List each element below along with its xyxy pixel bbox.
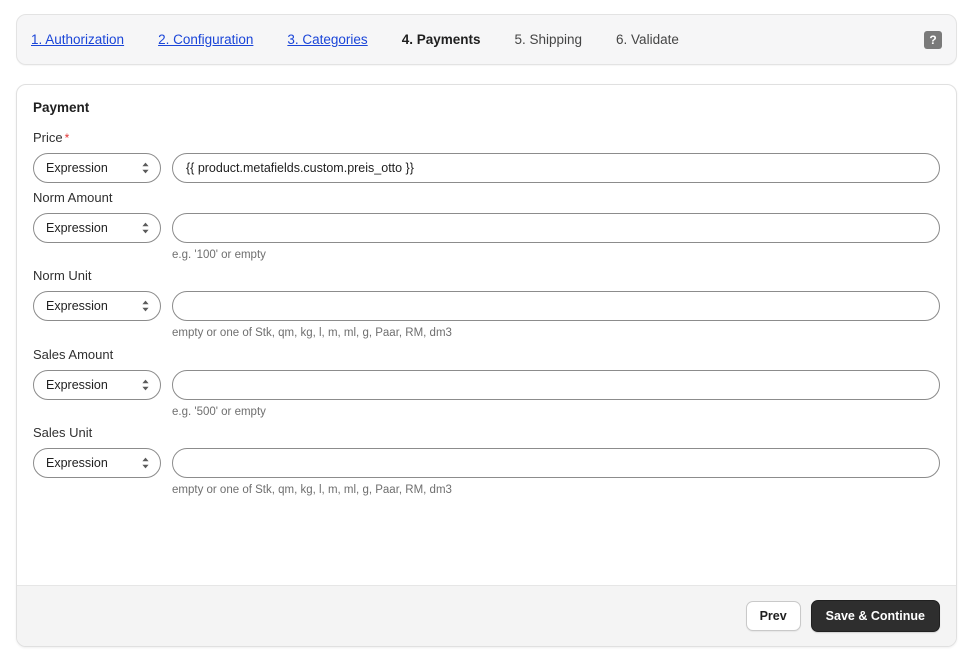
wizard-step-4: 4. Payments bbox=[401, 31, 481, 47]
value-input-wrap bbox=[172, 152, 940, 183]
chevron-updown-icon bbox=[141, 161, 150, 175]
wizard-step-list: 1. Authorization 2. Configuration 3. Categ… bbox=[31, 33, 713, 47]
wizard-step-5[interactable]: 5. Shipping bbox=[514, 33, 582, 47]
value-input-wrap: e.g. '100' or empty bbox=[172, 212, 940, 262]
mode-select[interactable]: Expression bbox=[33, 369, 161, 400]
field-controls: Expression empty or one of Stk, qm, kg, l… bbox=[33, 448, 940, 497]
payment-form: Payment Price* Expression Norm Amount Expre… bbox=[17, 85, 956, 585]
field-row: Sales Amount Expression e.g. '500' or empt… bbox=[33, 348, 940, 419]
wizard-step-6[interactable]: 6. Validate bbox=[616, 33, 679, 47]
payment-card: Payment Price* Expression Norm Amount Expre… bbox=[16, 84, 957, 647]
field-label: Price * bbox=[33, 131, 940, 144]
prev-button[interactable]: Prev bbox=[745, 600, 801, 632]
wizard-step-2[interactable]: 2. Configuration bbox=[158, 33, 253, 47]
value-input[interactable] bbox=[172, 152, 940, 183]
field-hint: empty or one of Stk, qm, kg, l, m, ml, g… bbox=[172, 484, 452, 496]
field-controls: Expression bbox=[33, 152, 940, 183]
chevron-updown-icon bbox=[141, 299, 150, 313]
field-row: Norm Unit Expression empty or one of Stk, … bbox=[33, 269, 940, 340]
wizard-step-3[interactable]: 3. Categories bbox=[287, 33, 367, 47]
value-input[interactable] bbox=[172, 448, 940, 478]
wizard-step-nav: 1. Authorization 2. Configuration 3. Categ… bbox=[16, 14, 957, 65]
mode-select-value: Expression bbox=[46, 456, 108, 470]
field-label-text: Sales Amount bbox=[33, 346, 114, 362]
field-controls: Expression empty or one of Stk, qm, kg, l… bbox=[33, 291, 940, 340]
value-input-wrap: empty or one of Stk, qm, kg, l, m, ml, g… bbox=[172, 291, 940, 340]
field-label-text: Norm Amount bbox=[33, 189, 113, 205]
required-marker: * bbox=[64, 130, 70, 145]
mode-select[interactable]: Expression bbox=[33, 212, 161, 243]
value-input[interactable] bbox=[172, 212, 940, 243]
mode-select-value: Expression bbox=[46, 160, 108, 175]
chevron-updown-icon bbox=[141, 456, 150, 470]
field-row: Price * Expression bbox=[33, 131, 940, 183]
field-label: Norm Unit bbox=[33, 269, 940, 282]
mode-select-value: Expression bbox=[46, 220, 108, 235]
field-label: Norm Amount bbox=[33, 191, 940, 204]
field-controls: Expression e.g. '100' or empty bbox=[33, 212, 940, 262]
mode-select-value: Expression bbox=[46, 299, 108, 313]
value-input-wrap: e.g. '500' or empty bbox=[172, 369, 940, 419]
field-row: Norm Amount Expression e.g. '100' or empty bbox=[33, 191, 940, 262]
mode-select[interactable]: Expression bbox=[33, 152, 161, 183]
page-root: 1. Authorization 2. Configuration 3. Categ… bbox=[0, 0, 973, 652]
field-label-text: Norm Unit bbox=[33, 268, 92, 283]
field-label: Sales Amount bbox=[33, 348, 940, 361]
field-row: Sales Unit Expression empty or one of Stk,… bbox=[33, 426, 940, 497]
chevron-updown-icon bbox=[141, 221, 150, 235]
form-footer: Prev Save & Continue bbox=[17, 585, 956, 646]
mode-select-value: Expression bbox=[46, 377, 108, 392]
chevron-updown-icon bbox=[141, 378, 150, 392]
field-label-text: Price bbox=[33, 129, 63, 145]
value-input[interactable] bbox=[172, 291, 940, 321]
field-list: Price* Expression Norm Amount Expression e.g… bbox=[33, 131, 940, 497]
mode-select[interactable]: Expression bbox=[33, 448, 161, 478]
field-controls: Expression e.g. '500' or empty bbox=[33, 369, 940, 419]
value-input[interactable] bbox=[172, 369, 940, 400]
field-hint: e.g. '100' or empty bbox=[172, 248, 266, 261]
field-hint: e.g. '500' or empty bbox=[172, 405, 266, 418]
field-hint: empty or one of Stk, qm, kg, l, m, ml, g… bbox=[172, 327, 452, 339]
value-input-wrap: empty or one of Stk, qm, kg, l, m, ml, g… bbox=[172, 448, 940, 497]
help-icon[interactable]: ? bbox=[924, 30, 942, 49]
field-label-text: Sales Unit bbox=[33, 425, 93, 440]
wizard-step-1[interactable]: 1. Authorization bbox=[31, 33, 124, 47]
field-label: Sales Unit bbox=[33, 426, 940, 439]
section-title: Payment bbox=[33, 100, 90, 115]
mode-select[interactable]: Expression bbox=[33, 291, 161, 321]
save-and-continue-button[interactable]: Save & Continue bbox=[810, 599, 940, 633]
